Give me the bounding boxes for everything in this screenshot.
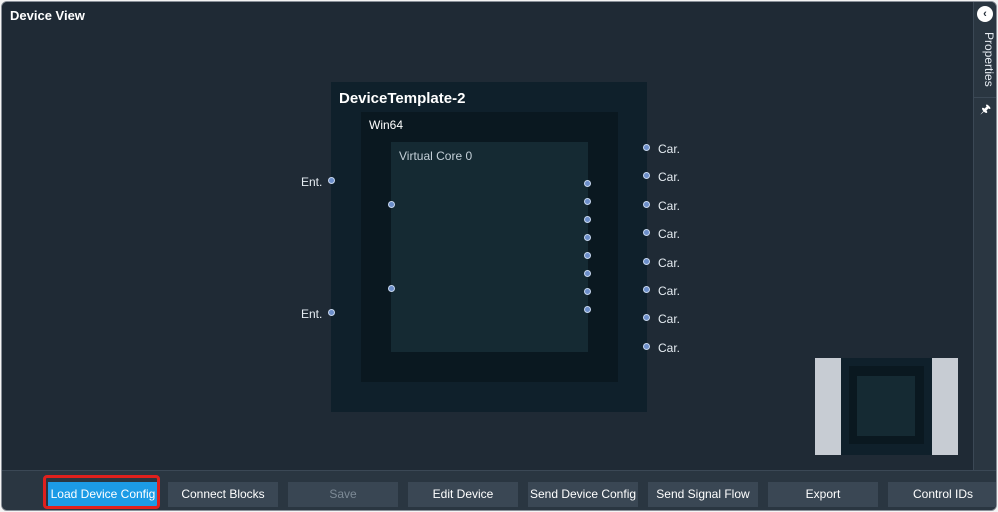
entry-port-label: Ent.	[301, 307, 323, 321]
control-ids-button[interactable]: Control IDs	[888, 482, 996, 507]
core-output-port[interactable]	[584, 180, 591, 187]
send-device-config-button[interactable]: Send Device Config	[528, 482, 638, 507]
core-name: Virtual Core 0	[399, 149, 473, 163]
platform-name: Win64	[369, 118, 404, 132]
core-output-port[interactable]	[584, 270, 591, 277]
edit-device-button[interactable]: Edit Device	[408, 482, 518, 507]
save-button[interactable]: Save	[288, 482, 398, 507]
carrier-port-label: Car.	[658, 142, 681, 156]
carrier-port-label: Car.	[658, 341, 681, 355]
core-input-port[interactable]	[388, 201, 395, 208]
core-output-port[interactable]	[584, 234, 591, 241]
carrier-port[interactable]	[643, 314, 650, 321]
core-output-port[interactable]	[584, 216, 591, 223]
entry-port[interactable]	[328, 309, 335, 316]
connect-blocks-button[interactable]: Connect Blocks	[168, 482, 278, 507]
send-signal-flow-button[interactable]: Send Signal Flow	[648, 482, 758, 507]
carrier-port[interactable]	[643, 286, 650, 293]
properties-tab[interactable]: Properties	[976, 32, 996, 92]
carrier-port[interactable]	[643, 343, 650, 350]
core-output-port[interactable]	[584, 288, 591, 295]
properties-side-panel: ‹ Properties 🖈	[973, 2, 996, 470]
carrier-port[interactable]	[643, 201, 650, 208]
core-output-port[interactable]	[584, 252, 591, 259]
carrier-port[interactable]	[643, 144, 650, 151]
carrier-port-label: Car.	[658, 199, 681, 213]
carrier-port-label: Car.	[658, 312, 681, 326]
device-view-window: Device View DeviceTemplate-2 Win64 Virtu…	[1, 1, 997, 511]
window-title: Device View	[10, 8, 85, 23]
entry-port[interactable]	[328, 177, 335, 184]
core-input-port[interactable]	[388, 285, 395, 292]
pin-icon[interactable]: 🖈	[978, 102, 993, 117]
carrier-port-label: Car.	[658, 227, 681, 241]
divider	[974, 97, 996, 98]
carrier-port-label: Car.	[658, 170, 681, 184]
carrier-port-label: Car.	[658, 284, 681, 298]
minimap-core	[857, 376, 915, 436]
carrier-port-label: Car.	[658, 256, 681, 270]
core-output-port[interactable]	[584, 198, 591, 205]
carrier-port[interactable]	[643, 229, 650, 236]
carrier-port[interactable]	[643, 172, 650, 179]
device-name: DeviceTemplate-2	[339, 90, 466, 107]
core-output-port[interactable]	[584, 306, 591, 313]
device-canvas[interactable]: Device View DeviceTemplate-2 Win64 Virtu…	[2, 2, 972, 470]
highlight-box	[43, 475, 160, 509]
chevron-left-icon[interactable]: ‹	[977, 6, 993, 22]
entry-port-label: Ent.	[301, 175, 323, 189]
core-block[interactable]: Virtual Core 0	[391, 142, 588, 352]
carrier-port[interactable]	[643, 258, 650, 265]
export-button[interactable]: Export	[768, 482, 878, 507]
minimap[interactable]	[815, 358, 958, 455]
